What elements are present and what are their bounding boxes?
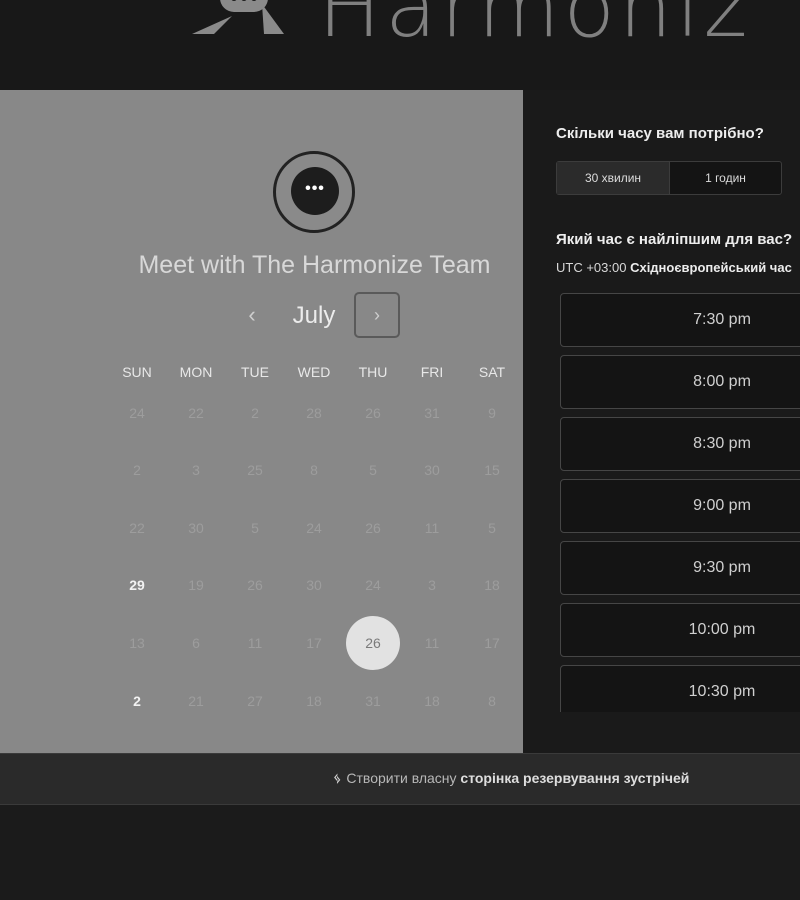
- time-slot[interactable]: 9:30 pm: [560, 541, 800, 595]
- calendar-day: 24: [129, 405, 145, 421]
- calendar-day: 25: [247, 462, 263, 478]
- calendar-day: 26: [247, 577, 263, 593]
- day-header-wed: WED: [297, 364, 331, 380]
- calendar-day: 30: [424, 462, 440, 478]
- calendar-day: 17: [306, 635, 322, 651]
- time-question: Який час є найліпшим для вас?: [556, 231, 793, 248]
- duration-question: Скільки часу вам потрібно?: [556, 125, 764, 142]
- day-header-mon: MON: [179, 364, 213, 380]
- calendar-day: 28: [306, 405, 322, 421]
- team-avatar: •••: [273, 151, 355, 233]
- next-month-button[interactable]: ›: [354, 292, 400, 338]
- calendar-day: 31: [424, 405, 440, 421]
- day-header-fri: FRI: [420, 364, 444, 380]
- calendar-day: 5: [488, 520, 496, 536]
- time-slot-label: 9:30 pm: [693, 559, 751, 576]
- footer-link-text: сторінка резервування зустрічей: [460, 770, 690, 786]
- calendar-day: 8: [488, 693, 496, 709]
- calendar-day-available[interactable]: 2: [117, 681, 157, 721]
- time-slot-label: 8:00 pm: [693, 373, 751, 390]
- calendar-day: 11: [424, 635, 440, 651]
- calendar-day: 18: [424, 693, 440, 709]
- calendar-day-available[interactable]: 29: [117, 565, 157, 605]
- day-header-thu: THU: [358, 364, 388, 380]
- day-header-sun: SUN: [122, 364, 152, 380]
- time-slot[interactable]: 8:30 pm: [560, 417, 800, 471]
- brand-logo-text: Harmoniz: [318, 0, 752, 56]
- time-slot-label: 7:30 pm: [693, 311, 751, 328]
- time-slot[interactable]: 7:30 pm: [560, 293, 800, 347]
- timezone-name: Східноєвропейський час: [630, 260, 792, 275]
- page-bottom: [0, 805, 800, 900]
- hubspot-sprocket-icon: ᛃ: [333, 770, 342, 786]
- calendar-day: 30: [306, 577, 322, 593]
- time-slot-label: 8:30 pm: [693, 435, 751, 452]
- duration-30-button[interactable]: 30 хвилин: [557, 162, 670, 194]
- calendar-day: 15: [484, 462, 500, 478]
- calendar-day: 21: [188, 693, 204, 709]
- month-label: July: [292, 302, 336, 329]
- chat-logo-icon: [192, 0, 284, 34]
- time-slot[interactable]: 8:00 pm: [560, 355, 800, 409]
- calendar-day: 17: [484, 635, 500, 651]
- calendar-day: 5: [369, 462, 377, 478]
- calendar-day: 8: [310, 462, 318, 478]
- prev-month-button[interactable]: ‹: [240, 300, 264, 330]
- chat-bubble-icon: •••: [291, 167, 339, 215]
- booking-panel: Скільки часу вам потрібно? 30 хвилин 1 г…: [523, 90, 800, 753]
- calendar-day: 18: [484, 577, 500, 593]
- duration-selector: 30 хвилин 1 годин: [556, 161, 782, 195]
- header: Harmoniz: [0, 0, 800, 90]
- timezone-label[interactable]: UTC +03:00 Східноєвропейський час: [556, 260, 792, 275]
- calendar-day: 11: [424, 520, 440, 536]
- calendar-day: 24: [365, 577, 381, 593]
- calendar-day: 24: [306, 520, 322, 536]
- calendar-day: 2: [251, 405, 259, 421]
- calendar-panel: ••• Meet with The Harmonize Team ‹ July …: [0, 90, 523, 753]
- calendar-day: 22: [188, 405, 204, 421]
- calendar-day: 18: [306, 693, 322, 709]
- calendar-day: 19: [188, 577, 204, 593]
- calendar-day: 2: [133, 462, 141, 478]
- calendar-day: 22: [129, 520, 145, 536]
- calendar-day: 13: [129, 635, 145, 651]
- calendar-day: 11: [247, 635, 263, 651]
- calendar-day: 30: [188, 520, 204, 536]
- time-slot-label: 9:00 pm: [693, 497, 751, 514]
- day-header-tue: TUE: [241, 364, 269, 380]
- create-booking-page-link[interactable]: ᛃ Створити власну сторінка резервування з…: [333, 770, 689, 786]
- time-slot[interactable]: 9:00 pm: [560, 479, 800, 533]
- calendar-day: 26: [365, 405, 381, 421]
- footer-prefix: Створити власну: [346, 770, 457, 786]
- calendar-day: 27: [247, 693, 263, 709]
- time-slot-list: 7:30 pm 8:00 pm 8:30 pm 9:00 pm 9:30 pm …: [560, 293, 800, 712]
- calendar-day: 3: [192, 462, 200, 478]
- time-slot-label: 10:30 pm: [688, 683, 756, 700]
- footer-bar: ᛃ Створити власну сторінка резервування з…: [0, 753, 800, 805]
- time-slot[interactable]: 10:00 pm: [560, 603, 800, 657]
- calendar-day: 5: [251, 520, 259, 536]
- calendar-day: 26: [365, 520, 381, 536]
- calendar-day: 31: [365, 693, 381, 709]
- timezone-offset: UTC +03:00: [556, 260, 627, 275]
- duration-60-button[interactable]: 1 годин: [670, 162, 781, 194]
- time-slot-label: 10:00 pm: [688, 621, 756, 638]
- calendar-day: 6: [192, 635, 200, 651]
- calendar-day: 9: [488, 405, 496, 421]
- day-header-sat: SAT: [478, 364, 506, 380]
- calendar-day: 3: [428, 577, 436, 593]
- calendar-day-selected[interactable]: 26: [346, 616, 400, 670]
- time-slot[interactable]: 10:30 pm: [560, 665, 800, 712]
